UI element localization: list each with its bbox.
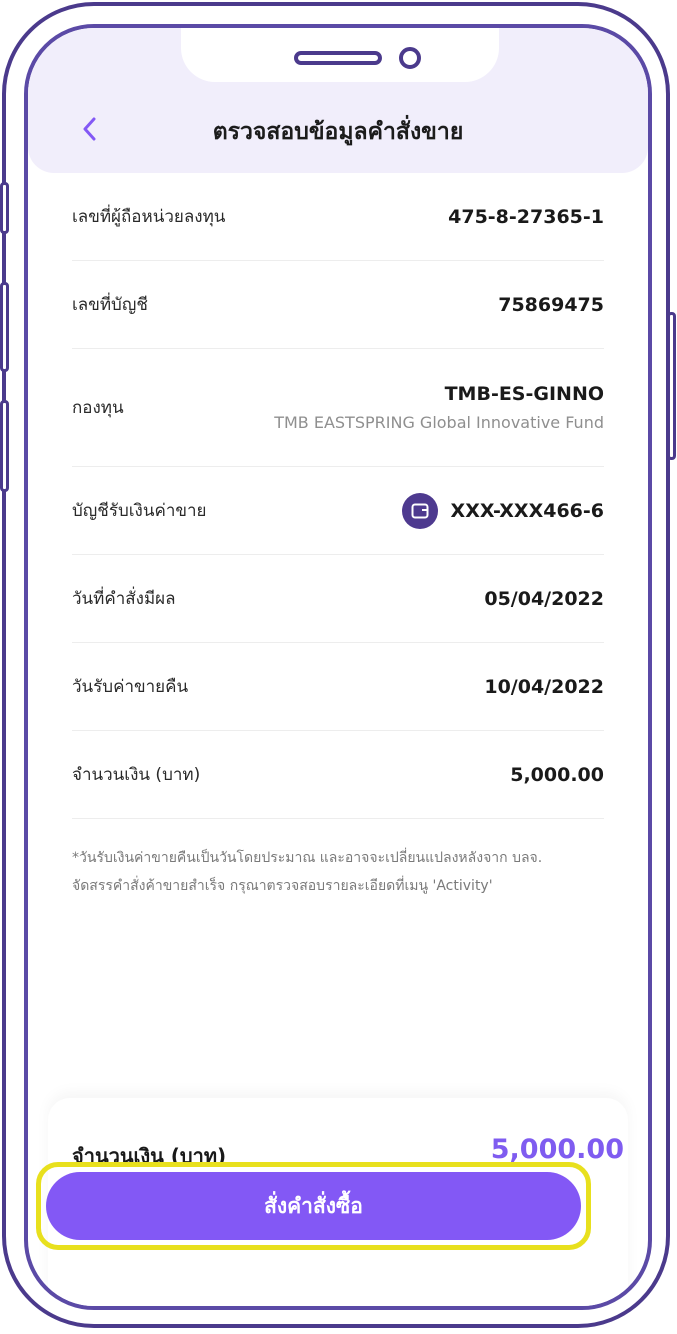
list-item: เลขที่บัญชี 75869475	[72, 261, 604, 349]
header: ตรวจสอบข้อมูลคำสั่งขาย	[28, 28, 648, 173]
row-value: 05/04/2022	[484, 587, 604, 610]
speaker	[294, 51, 382, 65]
page-title: ตรวจสอบข้อมูลคำสั่งขาย	[212, 119, 464, 145]
row-value: 10/04/2022	[484, 675, 604, 698]
side-button	[0, 400, 9, 492]
total-value: 5,000.00	[490, 1134, 624, 1165]
note-line: *วันรับเงินค่าขายคืนเป็นวันโดยประมาณ และ…	[72, 850, 543, 866]
row-label: เลขที่บัญชี	[72, 295, 148, 315]
list-item: กองทุน TMB-ES-GINNO TMB EASTSPRING Globa…	[72, 349, 604, 467]
wallet-icon	[401, 492, 438, 529]
fund-value: TMB-ES-GINNO TMB EASTSPRING Global Innov…	[274, 383, 604, 432]
account-value: XXX-XXX466-6	[401, 492, 604, 529]
submit-order-button[interactable]: สั่งคำสั่งซื้อ	[46, 1172, 581, 1240]
row-label: วันที่คำสั่งมีผล	[72, 589, 176, 609]
list-item: บัญชีรับเงินค่าขาย XXX-XXX466-6	[72, 467, 604, 555]
fund-name: TMB EASTSPRING Global Innovative Fund	[274, 413, 604, 432]
note-line: จัดสรรคำสั่งค้าขายสำเร็จ กรุณาตรวจสอบราย…	[72, 878, 493, 894]
side-button	[667, 312, 676, 460]
detail-list: เลขที่ผู้ถือหน่วยลงทุน 475-8-27365-1 เลข…	[72, 173, 604, 819]
list-item: เลขที่ผู้ถือหน่วยลงทุน 475-8-27365-1	[72, 173, 604, 261]
side-button	[0, 282, 9, 372]
row-value: 75869475	[498, 293, 604, 316]
row-value: 475-8-27365-1	[448, 205, 604, 228]
row-label: กองทุน	[72, 398, 124, 418]
side-button	[0, 182, 9, 234]
list-item: จำนวนเงิน (บาท) 5,000.00	[72, 731, 604, 819]
camera	[399, 47, 421, 69]
disclaimer-note: *วันรับเงินค่าขายคืนเป็นวันโดยประมาณ และ…	[72, 844, 618, 900]
list-item: วันที่คำสั่งมีผล 05/04/2022	[72, 555, 604, 643]
row-value: XXX-XXX466-6	[450, 499, 604, 522]
screen: ตรวจสอบข้อมูลคำสั่งขาย เลขที่ผู้ถือหน่วย…	[24, 24, 652, 1310]
fund-code: TMB-ES-GINNO	[444, 383, 604, 405]
row-value: 5,000.00	[510, 763, 604, 786]
row-label: บัญชีรับเงินค่าขาย	[72, 501, 207, 521]
row-label: จำนวนเงิน (บาท)	[72, 765, 201, 785]
row-label: วันรับค่าขายคืน	[72, 677, 189, 697]
list-item: วันรับค่าขายคืน 10/04/2022	[72, 643, 604, 731]
row-label: เลขที่ผู้ถือหน่วยลงทุน	[72, 207, 226, 227]
